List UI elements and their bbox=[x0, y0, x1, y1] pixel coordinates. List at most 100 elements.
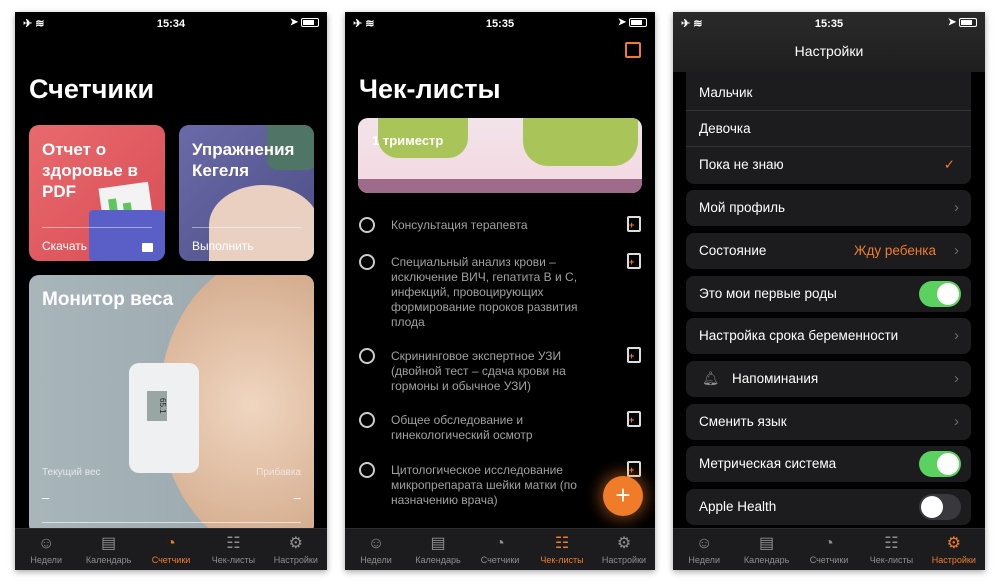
current-weight-label: Текущий вес bbox=[42, 467, 101, 478]
bell-icon: 🔔︎ bbox=[702, 371, 720, 386]
page-title: Счетчики bbox=[29, 74, 155, 104]
tab-weeks[interactable]: ☺ Недели bbox=[345, 529, 407, 570]
gauge-icon: ◔ bbox=[495, 535, 505, 552]
first-birth-toggle[interactable] bbox=[919, 281, 961, 307]
battery-icon: ➤ bbox=[290, 17, 319, 28]
state-value: Жду ребенка bbox=[854, 243, 936, 258]
add-to-calendar-icon[interactable] bbox=[627, 411, 641, 427]
gain-label: Прибавка bbox=[256, 467, 301, 478]
checkbox-circle[interactable] bbox=[359, 348, 375, 364]
tab-bar: ☺ Недели ▤ Календарь ◔ Счетчики ☷ Чек-листы … bbox=[15, 528, 327, 570]
checklist-item[interactable]: Общее обследование и гинекологический ос… bbox=[359, 411, 641, 443]
calendar-button[interactable] bbox=[625, 42, 641, 58]
tab-counters[interactable]: ◔ Счетчики bbox=[469, 529, 531, 570]
download-button[interactable]: Скачать bbox=[42, 239, 87, 253]
gear-icon: ⚙ bbox=[616, 535, 632, 552]
gear-icon: ⚙ bbox=[946, 535, 961, 552]
add-button[interactable]: + bbox=[603, 476, 643, 516]
tab-settings[interactable]: ⚙ Настройки bbox=[593, 529, 655, 570]
apple-health-toggle[interactable] bbox=[919, 494, 961, 520]
state-row[interactable]: Состояние Жду ребенка › bbox=[686, 233, 971, 269]
lock-icon bbox=[142, 243, 153, 252]
checkbox-circle[interactable] bbox=[359, 254, 375, 270]
tab-calendar[interactable]: ▤ Календарь bbox=[407, 529, 469, 570]
add-to-calendar-icon[interactable] bbox=[627, 347, 641, 363]
checkmark-icon: ✓ bbox=[943, 157, 955, 172]
trimester-banner[interactable]: 1 триместр bbox=[358, 118, 642, 193]
gain-value: – bbox=[293, 490, 301, 505]
kegel-card[interactable]: Упражнения Кегеля Выполнить bbox=[179, 125, 314, 261]
calendar-icon: ▤ bbox=[430, 535, 446, 552]
checkbox-circle[interactable] bbox=[359, 412, 375, 428]
metric-toggle[interactable] bbox=[919, 451, 961, 477]
clock: 15:35 bbox=[814, 18, 844, 30]
clock: 15:34 bbox=[156, 18, 186, 30]
baby-face-icon: ☺ bbox=[38, 535, 55, 552]
my-profile-row[interactable]: Мой профиль › bbox=[686, 190, 971, 226]
page-title: Настройки bbox=[794, 43, 864, 59]
pregnancy-term-row[interactable]: Настройка срока беременности › bbox=[686, 318, 971, 354]
card-title: Монитор веса bbox=[42, 289, 174, 310]
clock: 15:35 bbox=[485, 18, 515, 30]
reminders-row[interactable]: 🔔︎ Напоминания › bbox=[686, 361, 971, 397]
battery-icon: ➤ bbox=[948, 17, 977, 28]
tab-checklists[interactable]: ☷ Чек-листы bbox=[202, 529, 264, 570]
tab-settings[interactable]: ⚙ Настройки bbox=[923, 529, 985, 570]
page-title: Чек-листы bbox=[359, 74, 501, 104]
chevron-right-icon: › bbox=[954, 327, 959, 344]
language-row[interactable]: Сменить язык › bbox=[686, 404, 971, 440]
scale-illustration: 65.1 bbox=[129, 363, 199, 473]
checkbox-circle[interactable] bbox=[359, 217, 375, 233]
tab-weeks[interactable]: ☺ Недели bbox=[15, 529, 77, 570]
perform-button[interactable]: Выполнить bbox=[192, 239, 254, 253]
checkbox-circle[interactable] bbox=[359, 462, 375, 478]
option-unknown[interactable]: Пока не знаю ✓ bbox=[686, 147, 971, 183]
checklist-item[interactable]: Специальный анализ крови – исключение ВИ… bbox=[359, 253, 641, 330]
card-title: Упражнения Кегеля bbox=[192, 140, 295, 180]
status-bar: ✈ ≋ 15:35 ➤ bbox=[673, 12, 985, 36]
tab-counters[interactable]: ◔ Счетчики bbox=[798, 529, 860, 570]
checklist-item[interactable]: Цитологическое исследование микропрепара… bbox=[359, 461, 641, 508]
tab-calendar[interactable]: ▤ Календарь bbox=[735, 529, 797, 570]
calendar-icon: ▤ bbox=[101, 535, 117, 552]
baby-face-icon: ☺ bbox=[696, 535, 713, 552]
apple-health-row: Apple Health bbox=[686, 489, 971, 525]
checklist-item[interactable]: Консультация терапевта bbox=[359, 216, 641, 233]
tab-counters[interactable]: ◔ Счетчики bbox=[140, 529, 202, 570]
chevron-right-icon: › bbox=[954, 370, 959, 387]
checklist-item[interactable]: Скрининговое экспертное УЗИ (двойной тес… bbox=[359, 347, 641, 394]
status-bar: ✈ ≋ 15:35 ➤ bbox=[345, 12, 655, 36]
battery-icon: ➤ bbox=[618, 17, 647, 28]
tab-checklists[interactable]: ☷ Чек-листы bbox=[860, 529, 922, 570]
add-to-calendar-icon[interactable] bbox=[627, 253, 641, 269]
gauge-icon: ◔ bbox=[166, 535, 176, 552]
chevron-right-icon: › bbox=[954, 413, 959, 430]
add-to-calendar-icon[interactable] bbox=[627, 216, 641, 232]
tab-calendar[interactable]: ▤ Календарь bbox=[77, 529, 139, 570]
counters-screen: ✈ ≋ 15:34 ➤ Счетчики Отчет о здоровье в PD… bbox=[15, 12, 327, 570]
checklist-icon: ☷ bbox=[554, 535, 570, 552]
option-girl[interactable]: Девочка bbox=[686, 111, 971, 147]
gauge-icon: ◔ bbox=[824, 535, 834, 552]
tab-checklists[interactable]: ☷ Чек-листы bbox=[531, 529, 593, 570]
gear-icon: ⚙ bbox=[288, 535, 303, 552]
pdf-report-card[interactable]: Отчет о здоровье в PDF Скачать bbox=[29, 125, 165, 261]
tab-weeks[interactable]: ☺ Недели bbox=[673, 529, 735, 570]
calendar-icon: ▤ bbox=[759, 535, 775, 552]
tab-bar: ☺ Недели ▤ Календарь ◔ Счетчики ☷ Чек-листы … bbox=[345, 528, 655, 570]
add-to-calendar-icon[interactable] bbox=[627, 461, 641, 477]
folder-icon bbox=[89, 210, 165, 261]
weight-monitor-card[interactable]: 65.1 Монитор веса Текущий вес – Прибавка… bbox=[29, 275, 314, 535]
option-boy[interactable]: Мальчик bbox=[686, 75, 971, 111]
checklist-icon: ☷ bbox=[884, 535, 899, 552]
baby-face-icon: ☺ bbox=[367, 535, 385, 552]
banner-title: 1 триместр bbox=[372, 133, 444, 148]
metric-row: Метрическая система bbox=[686, 446, 971, 482]
status-bar: ✈ ≋ 15:34 ➤ bbox=[15, 12, 327, 36]
tab-settings[interactable]: ⚙ Настройки bbox=[265, 529, 327, 570]
settings-screen: ✈ ≋ 15:35 ➤ Настройки Мальчик Девочка Пока… bbox=[673, 12, 985, 570]
chevron-right-icon: › bbox=[954, 242, 959, 259]
tab-bar: ☺ Недели ▤ Календарь ◔ Счетчики ☷ Чек-листы … bbox=[673, 528, 985, 570]
first-birth-row: Это мои первые роды bbox=[686, 276, 971, 312]
current-weight-value: – bbox=[42, 490, 50, 505]
